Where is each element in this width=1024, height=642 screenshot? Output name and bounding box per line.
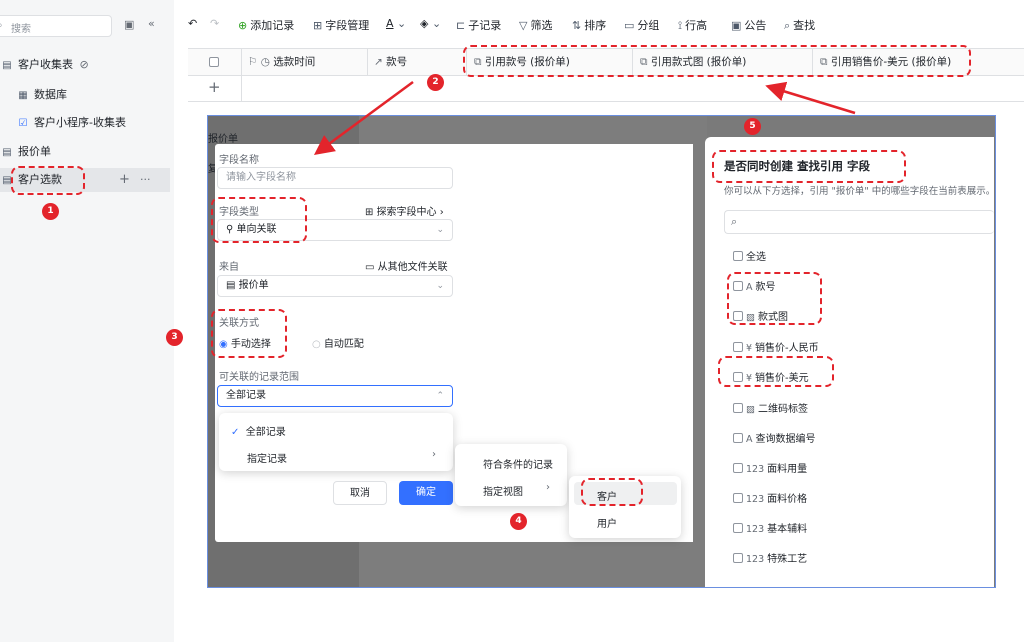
arrow-5 [765, 81, 856, 115]
arrow-2 [313, 80, 414, 155]
annotation-arrows [313, 80, 856, 155]
